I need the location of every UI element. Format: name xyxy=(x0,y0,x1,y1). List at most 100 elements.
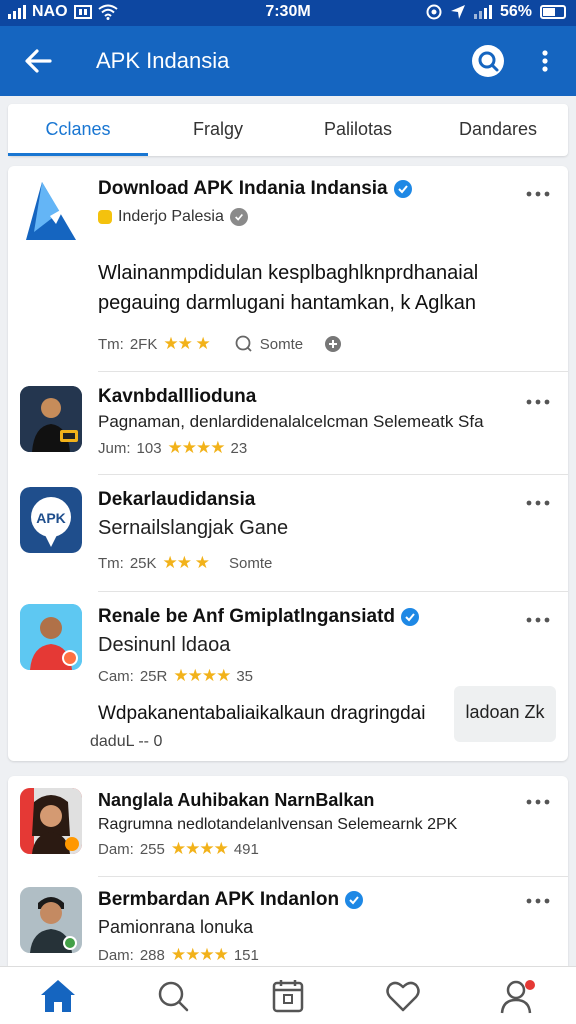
item-subtitle: Desinunl ldaoa xyxy=(98,634,231,656)
list-item[interactable]: Download APK Indania Indansia Inderjo Pa… xyxy=(8,166,568,371)
download-chip[interactable]: ladoan Zk xyxy=(454,686,556,742)
item-title: Kavnbdalllioduna xyxy=(98,386,257,407)
apk-logo-icon xyxy=(20,178,82,244)
verified-badge-icon xyxy=(393,180,412,198)
item-description: Wlainanmpdidulan kesplbaghlknprdhanaial … xyxy=(98,258,478,318)
description-line-2: daduL -- 0 xyxy=(90,733,163,750)
person-avatar-icon xyxy=(20,604,82,670)
feed-card: Download APK Indania Indansia Inderjo Pa… xyxy=(8,166,568,761)
profile-icon xyxy=(501,979,536,1013)
share-icon[interactable] xyxy=(323,334,343,354)
meta-count: 288 xyxy=(139,946,165,964)
person-avatar-icon xyxy=(20,788,82,854)
avatar xyxy=(20,788,82,854)
app-logo xyxy=(20,178,82,244)
rating-stars: ★★★★ xyxy=(170,839,229,858)
item-subtitle: Ragrumna nedlotandelanlvensan Selemearnk… xyxy=(98,816,458,833)
meta-extra: 491 xyxy=(233,840,259,858)
heart-icon xyxy=(386,981,420,1011)
meta-prefix: Tm: xyxy=(98,554,124,572)
meta-count: 103 xyxy=(136,439,162,457)
category-tabs: Cclanes Fralgy Palilotas Dandares xyxy=(8,104,568,156)
location-icon xyxy=(450,5,465,19)
author-name: Inderjo Palesia xyxy=(118,208,224,225)
battery-percent: 56% xyxy=(499,3,532,20)
meta-count: 255 xyxy=(139,840,165,858)
more-horiz-icon[interactable] xyxy=(524,792,552,812)
meta-count: 25K xyxy=(129,554,157,572)
item-description: Wdpakanentabaliaikalkaun dragringdai dad… xyxy=(90,700,426,756)
at-icon xyxy=(426,4,442,20)
author-icon xyxy=(98,210,112,224)
tab-dandares[interactable]: Dandares xyxy=(428,104,568,156)
more-horiz-icon[interactable] xyxy=(524,493,552,513)
avatar xyxy=(20,386,82,452)
meta-extra: 151 xyxy=(233,946,259,964)
app-bar: APK Indansia xyxy=(0,26,576,96)
nav-search[interactable] xyxy=(151,974,195,1018)
meta-extra: Somte xyxy=(228,554,273,572)
meta-count: 2FK xyxy=(129,335,158,353)
feed-card: Nanglala Auhibakan NarnBalkan Ragrumna n… xyxy=(8,776,568,966)
person-avatar-icon xyxy=(20,386,82,452)
battery-icon xyxy=(540,5,566,19)
list-item[interactable]: Kavnbdalllioduna Pagnaman, denlardidenal… xyxy=(8,372,568,474)
rating-stars: ★★★★ xyxy=(173,666,231,685)
nav-favorites[interactable] xyxy=(381,974,425,1018)
calendar-icon xyxy=(272,979,304,1012)
page-title: APK Indansia xyxy=(96,48,230,73)
list-item[interactable]: Nanglala Auhibakan NarnBalkan Ragrumna n… xyxy=(8,776,568,878)
tab-fralgy[interactable]: Fralgy xyxy=(148,104,288,156)
description-line-2: pegauing darmlugani hantamkan, k Aglkan xyxy=(98,292,477,314)
more-horiz-icon[interactable] xyxy=(524,184,552,204)
search-icon xyxy=(158,981,189,1011)
meta-extra: 35 xyxy=(236,667,254,685)
item-title: Nanglala Auhibakan NarnBalkan xyxy=(98,790,375,810)
tab-cclanes[interactable]: Cclanes xyxy=(8,104,148,156)
more-horiz-icon[interactable] xyxy=(524,392,552,412)
meta-count: 25R xyxy=(139,667,168,685)
item-title: Download APK Indania Indansia xyxy=(98,178,412,200)
more-horiz-icon[interactable] xyxy=(524,891,552,911)
rating-stars: ★★ ★ xyxy=(162,553,210,572)
back-arrow-icon[interactable] xyxy=(20,43,56,79)
item-title-text: Download APK Indania Indansia xyxy=(98,178,388,199)
verified-badge-icon xyxy=(345,891,364,909)
item-meta: Cam: 25R ★★★★ 35 xyxy=(98,666,253,686)
rating-stars: ★★★★ xyxy=(170,945,229,964)
verified-badge-icon xyxy=(401,608,420,626)
list-item[interactable]: Bermbardan APK Indanlon Pamionrana lonuk… xyxy=(8,877,568,967)
meta-prefix: Tm: xyxy=(98,335,124,353)
item-title: Bermbardan APK Indanlon xyxy=(98,889,364,911)
meta-prefix: Dam: xyxy=(98,840,134,858)
apk-chat-logo-icon: APK xyxy=(20,487,82,553)
more-vert-icon[interactable] xyxy=(530,46,560,76)
list-item[interactable]: APK Dekarlaudidansia Sernailslangjak Gan… xyxy=(8,475,568,591)
person-avatar-icon xyxy=(20,887,82,953)
status-bar: NAO 7:30M 56% xyxy=(0,0,576,26)
item-title: Dekarlaudidansia xyxy=(98,489,256,510)
avatar xyxy=(20,887,82,953)
item-meta: Dam: 288 ★★★★ 151 xyxy=(98,945,259,965)
nav-home[interactable] xyxy=(36,974,80,1018)
svg-text:APK: APK xyxy=(36,510,66,526)
bottom-navigation xyxy=(0,966,576,1024)
description-line-1: Wdpakanentabaliaikalkaun dragringdai xyxy=(98,703,426,724)
app-logo: APK xyxy=(20,487,82,553)
item-meta: Dam: 255 ★★★★ 491 xyxy=(98,839,259,859)
description-line-1: Wlainanmpdidulan kesplbaghlknprdhanaial xyxy=(98,262,479,284)
cell-signal-icon xyxy=(473,5,492,19)
avatar xyxy=(20,604,82,670)
comment-icon[interactable] xyxy=(234,334,254,354)
item-title-text: Bermbardan APK Indanlon xyxy=(98,889,340,910)
meta-extra: Somte xyxy=(259,335,304,353)
nav-profile[interactable] xyxy=(496,974,540,1018)
more-horiz-icon[interactable] xyxy=(524,610,552,630)
item-subtitle: Pamionrana lonuka xyxy=(98,917,254,937)
nav-calendar[interactable] xyxy=(266,974,310,1018)
item-meta: Jum: 103 ★★★★ 23 xyxy=(98,438,247,458)
verified-gray-icon xyxy=(229,208,248,226)
tab-palilotas[interactable]: Palilotas xyxy=(288,104,428,156)
item-meta: Tm: 2FK ★★ ★ Somte xyxy=(98,334,343,354)
search-icon[interactable] xyxy=(472,45,504,77)
